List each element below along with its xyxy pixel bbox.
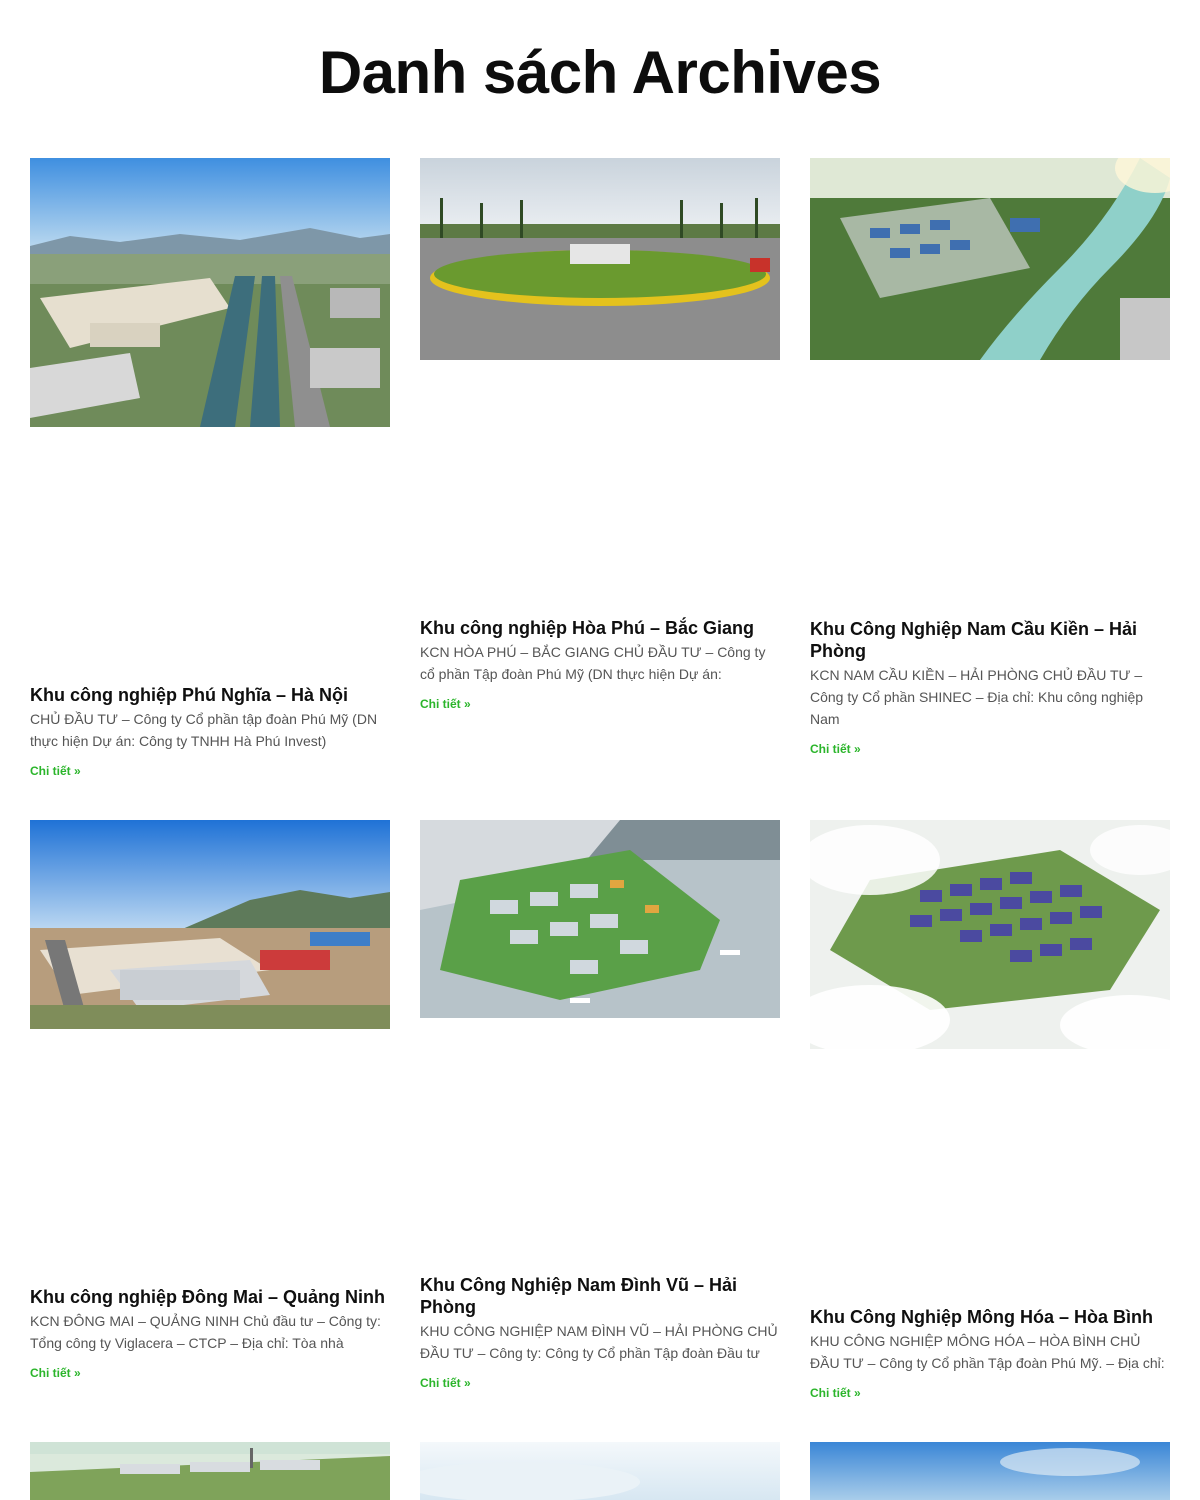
sky-landscape-image	[420, 1442, 780, 1500]
blue-sky-image	[810, 1442, 1170, 1500]
post-excerpt: KCN HÒA PHÚ – BẮC GIANG CHỦ ĐẦU TƯ – Côn…	[420, 644, 766, 682]
read-more-link[interactable]: Chi tiết »	[30, 764, 81, 778]
read-more-link[interactable]: Chi tiết »	[420, 1376, 471, 1390]
post-title[interactable]: Khu công nghiệp Phú Nghĩa – Hà Nội	[30, 684, 390, 706]
factories-mountains-image	[30, 820, 390, 1029]
post-card: Khu Công Nghiệp Mông Hóa – Hòa Bình KHU …	[810, 820, 1170, 1400]
read-more-link[interactable]: Chi tiết »	[810, 1386, 861, 1400]
post-thumbnail[interactable]	[810, 820, 1170, 1049]
post-card: Khu công nghiệp Phú Nghĩa – Hà Nội CHỦ Đ…	[30, 158, 390, 778]
post-title[interactable]: Khu Công Nghiệp Nam Cầu Kiền – Hải Phòng	[810, 618, 1170, 662]
post-title[interactable]: Khu công nghiệp Đông Mai – Quảng Ninh	[30, 1286, 390, 1308]
post-title[interactable]: Khu Công Nghiệp Nam Đình Vũ – Hải Phòng	[420, 1274, 780, 1318]
post-title[interactable]: Khu công nghiệp Hòa Phú – Bắc Giang	[420, 617, 780, 639]
post-thumbnail[interactable]	[420, 1442, 780, 1500]
post-excerpt: KCN NAM CẦU KIỀN – HẢI PHÒNG CHỦ ĐẦU TƯ …	[810, 667, 1144, 727]
aerial-industrial-park-image	[30, 158, 390, 427]
post-thumbnail[interactable]	[420, 820, 780, 1018]
post-thumbnail[interactable]	[30, 1442, 390, 1500]
post-thumbnail[interactable]	[30, 158, 390, 427]
post-card: Khu Công Nghiệp Nam Đình Vũ – Hải Phòng …	[420, 820, 780, 1390]
post-title[interactable]: Khu Công Nghiệp Mông Hóa – Hòa Bình	[810, 1306, 1170, 1328]
post-excerpt: KCN ĐÔNG MAI – QUẢNG NINH Chủ đầu tư – C…	[30, 1313, 381, 1351]
read-more-link[interactable]: Chi tiết »	[30, 1366, 81, 1380]
post-excerpt: CHỦ ĐẦU TƯ – Công ty Cổ phần tập đoàn Ph…	[30, 711, 378, 749]
post-thumbnail[interactable]	[420, 158, 780, 360]
post-card: Khu công nghiệp Đông Mai – Quảng Ninh KC…	[30, 820, 390, 1380]
post-excerpt: KHU CÔNG NGHIỆP MÔNG HÓA – HÒA BÌNH CHỦ …	[810, 1333, 1165, 1371]
aerial-park-river-image	[810, 158, 1170, 360]
post-card: Khu Công Nghiệp Nam Cầu Kiền – Hải Phòng…	[810, 158, 1170, 756]
masterplan-clouds-image	[810, 820, 1170, 1049]
post-card: Khu công nghiệp Hòa Phú – Bắc Giang KCN …	[420, 158, 780, 711]
port-peninsula-render-image	[420, 820, 780, 1018]
post-thumbnail[interactable]	[30, 820, 390, 1029]
post-excerpt: KHU CÔNG NGHIỆP NAM ĐÌNH VŨ – HẢI PHÒNG …	[420, 1323, 778, 1361]
read-more-link[interactable]: Chi tiết »	[420, 697, 471, 711]
aerial-factory-complex-image	[30, 1442, 390, 1500]
post-thumbnail[interactable]	[810, 158, 1170, 360]
page-title: Danh sách Archives	[318, 39, 882, 106]
post-thumbnail[interactable]	[810, 1442, 1170, 1500]
entrance-roundabout-image	[420, 158, 780, 360]
read-more-link[interactable]: Chi tiết »	[810, 742, 861, 756]
